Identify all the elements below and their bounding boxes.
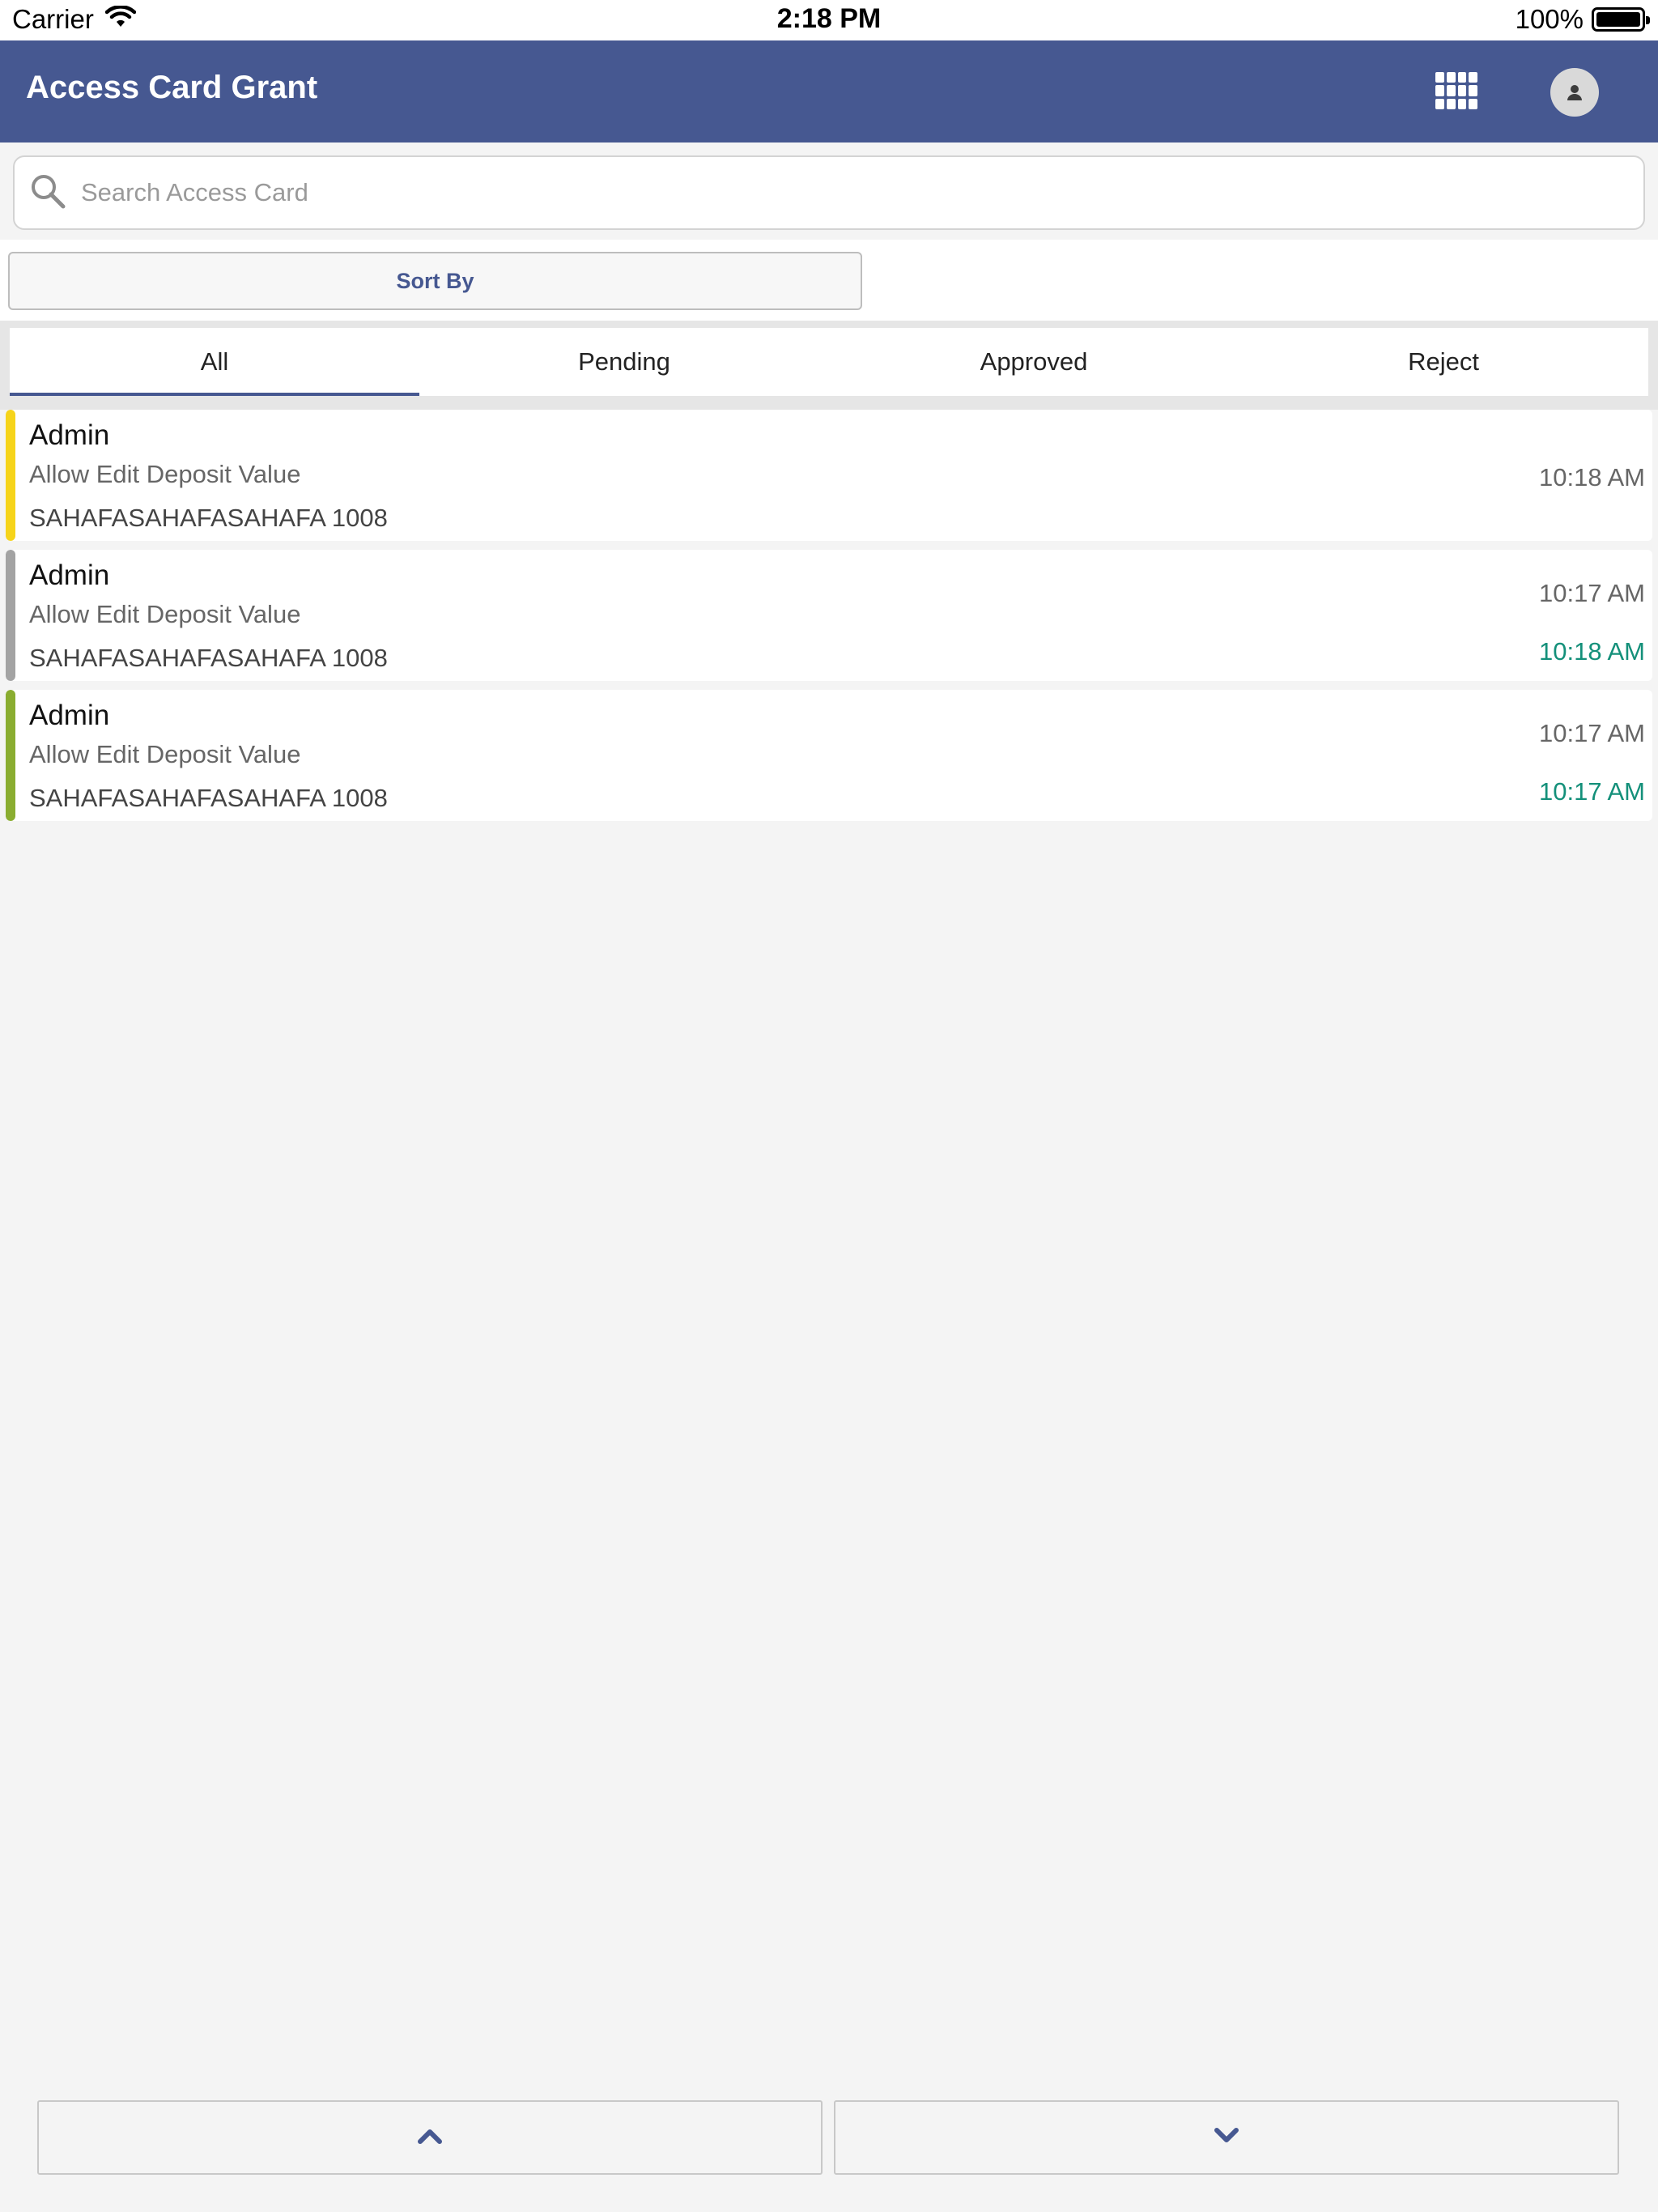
- scroll-down-button[interactable]: [834, 2100, 1619, 2175]
- item-code: SAHAFASAHAFASAHAFA 1008: [29, 644, 388, 672]
- filter-tabs: All Pending Approved Reject: [10, 328, 1648, 396]
- item-secondary-time: 10:18 AM: [1539, 637, 1645, 666]
- tab-approved[interactable]: Approved: [829, 328, 1239, 396]
- status-indicator: [6, 550, 15, 681]
- item-time: 10:17 AM: [1539, 579, 1645, 607]
- list-item[interactable]: Admin Allow Edit Deposit Value SAHAFASAH…: [6, 550, 1652, 681]
- app-header: Access Card Grant: [0, 40, 1658, 143]
- item-time: 10:18 AM: [1539, 463, 1645, 491]
- tab-all[interactable]: All: [10, 328, 419, 396]
- item-secondary-time: 10:17 AM: [1539, 777, 1645, 806]
- tabs-container: All Pending Approved Reject: [0, 321, 1658, 410]
- tab-reject[interactable]: Reject: [1239, 328, 1648, 396]
- chevron-up-icon: [417, 2127, 443, 2149]
- item-name: Admin: [29, 700, 110, 731]
- battery-info: 100%: [1515, 4, 1650, 35]
- search-input[interactable]: [81, 178, 1579, 207]
- page-title: Access Card Grant: [26, 70, 318, 105]
- item-code: SAHAFASAHAFASAHAFA 1008: [29, 504, 388, 532]
- sort-area: Sort By: [0, 240, 1658, 321]
- grid-icon[interactable]: [1435, 72, 1477, 109]
- list-item[interactable]: Admin Allow Edit Deposit Value SAHAFASAH…: [6, 410, 1652, 541]
- search-icon: [15, 172, 66, 214]
- item-description: Allow Edit Deposit Value: [29, 740, 301, 768]
- status-indicator: [6, 410, 15, 541]
- scroll-up-button[interactable]: [37, 2100, 823, 2175]
- sort-by-button[interactable]: Sort By: [8, 252, 862, 310]
- item-name: Admin: [29, 419, 110, 451]
- battery-percent: 100%: [1515, 4, 1584, 34]
- list-item[interactable]: Admin Allow Edit Deposit Value SAHAFASAH…: [6, 690, 1652, 821]
- status-indicator: [6, 690, 15, 821]
- item-description: Allow Edit Deposit Value: [29, 600, 301, 628]
- user-avatar-icon[interactable]: [1550, 68, 1599, 117]
- item-name: Admin: [29, 559, 110, 591]
- status-bar: Carrier 2:18 PM 100%: [0, 0, 1658, 40]
- chevron-down-icon: [1214, 2127, 1239, 2149]
- pagination-bar: [0, 2095, 1658, 2212]
- item-code: SAHAFASAHAFASAHAFA 1008: [29, 784, 388, 812]
- search-box: [13, 155, 1645, 230]
- item-time: 10:17 AM: [1539, 719, 1645, 747]
- status-time: 2:18 PM: [776, 3, 882, 34]
- item-description: Allow Edit Deposit Value: [29, 460, 301, 488]
- tab-pending[interactable]: Pending: [419, 328, 829, 396]
- battery-icon: [1592, 7, 1650, 32]
